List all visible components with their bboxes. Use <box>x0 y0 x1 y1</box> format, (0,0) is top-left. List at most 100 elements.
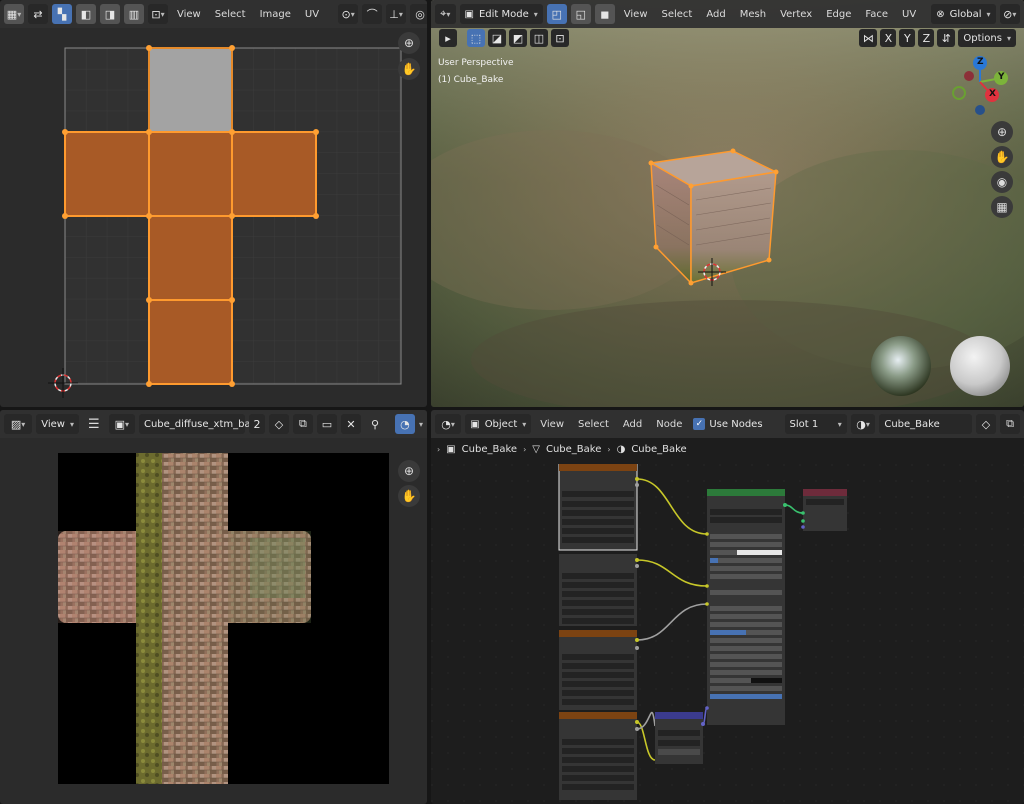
image-canvas[interactable] <box>0 438 427 804</box>
grid-icon: ▦ <box>996 200 1008 214</box>
select-subtract-button[interactable]: ◩ <box>509 29 527 47</box>
open-button[interactable]: ▭ <box>316 414 337 434</box>
select-invert-button[interactable]: ◫ <box>530 29 548 47</box>
select-intersect-button[interactable]: ⊡ <box>551 29 569 47</box>
unlink-button[interactable]: ✕ <box>340 414 361 434</box>
menu-select[interactable]: Select <box>210 9 251 20</box>
close-icon: ✕ <box>346 417 356 431</box>
menu-add[interactable]: Add <box>701 9 730 20</box>
image-browse-button[interactable]: ▣ ▾ <box>108 414 135 434</box>
zoom-button[interactable]: ⊕ <box>398 460 420 482</box>
material-browse-button[interactable]: ◑ ▾ <box>850 414 876 434</box>
image-name-field[interactable]: Cube_diffuse_xtm_bake <box>138 414 262 434</box>
zoom-button[interactable]: ⊕ <box>991 121 1013 143</box>
menu-node[interactable]: Node <box>651 419 687 430</box>
image-texture-node-diffuse[interactable] <box>558 464 639 551</box>
camera-view-button[interactable]: ◉ <box>991 171 1013 193</box>
face-select-button[interactable]: ◼ <box>594 4 615 24</box>
edge-select-button[interactable]: ◱ <box>570 4 591 24</box>
material-name: Cube_Bake <box>884 418 940 430</box>
menu-edge[interactable]: Edge <box>821 9 856 20</box>
users-count[interactable]: 2 <box>248 414 265 434</box>
image-texture-node-roughness[interactable] <box>559 630 639 710</box>
axis-z-button[interactable]: Z <box>918 29 935 47</box>
uv-face[interactable] <box>148 299 233 385</box>
mirror-button[interactable]: ⋈ <box>859 29 878 47</box>
edge-select-button[interactable]: ◧ <box>76 4 96 24</box>
slot-dropdown[interactable]: Slot 1 ▾ <box>784 414 847 434</box>
snap-dropdown[interactable]: ⊘ ▾ <box>999 4 1020 24</box>
duplicate-button[interactable]: ⧉ <box>292 414 313 434</box>
overlay-dropdown[interactable]: ▾ <box>419 420 423 429</box>
editor-type-button[interactable]: ▨ ▾ <box>4 414 33 434</box>
menu-view[interactable]: View <box>172 9 206 20</box>
menu-image[interactable]: Image <box>255 9 296 20</box>
breadcrumb-material[interactable]: Cube_Bake <box>631 444 686 455</box>
mirror-topology-button[interactable]: ⇵ <box>937 29 956 47</box>
snap-mode-dropdown[interactable]: ⊥ ▾ <box>386 4 407 24</box>
pivot-dropdown[interactable]: ⊙ ▾ <box>338 4 359 24</box>
options-dropdown[interactable]: Options ▾ <box>958 29 1016 47</box>
axis-x-button[interactable]: X <box>880 29 897 47</box>
zoom-button[interactable]: ⊕ <box>398 32 420 54</box>
view-mode-dropdown[interactable]: View ▾ <box>36 414 79 434</box>
breadcrumb-object[interactable]: Cube_Bake <box>462 444 517 455</box>
sticky-select-dropdown[interactable]: ⊡ ▾ <box>148 4 168 24</box>
pan-button[interactable]: ✋ <box>398 58 420 80</box>
menu-view[interactable]: View <box>535 419 569 430</box>
uv-face[interactable] <box>148 131 233 217</box>
transform-orientation-dropdown[interactable]: ⊗ Global ▾ <box>931 4 996 24</box>
viewport-background[interactable] <box>431 0 1024 407</box>
perspective-toggle-button[interactable]: ▦ <box>991 196 1013 218</box>
menu-select[interactable]: Select <box>657 9 698 20</box>
select-extend-button[interactable]: ◪ <box>488 29 506 47</box>
face-select-button[interactable]: ◨ <box>100 4 120 24</box>
breadcrumb-mesh[interactable]: Cube_Bake <box>546 444 601 455</box>
vertex-select-button[interactable]: ▚ <box>52 4 72 24</box>
fake-user-button[interactable]: ◇ <box>268 414 289 434</box>
node-canvas[interactable] <box>431 464 1024 804</box>
pan-button[interactable]: ✋ <box>398 485 420 507</box>
shader-type-dropdown[interactable]: ▣ Object ▾ <box>465 414 532 434</box>
tool-select-button[interactable]: ▸ <box>439 29 457 47</box>
vertex-select-button[interactable]: ◰ <box>546 4 567 24</box>
image-texture-node-normal[interactable] <box>559 712 639 800</box>
uv-canvas[interactable] <box>0 28 427 407</box>
editor-type-button[interactable]: ⌖ ▾ <box>435 4 456 24</box>
material-name-field[interactable]: Cube_Bake <box>879 414 972 434</box>
menu-add[interactable]: Add <box>618 419 647 430</box>
image-texture-node-specular[interactable] <box>559 554 639 626</box>
island-select-button[interactable]: ▥ <box>124 4 144 24</box>
menu-view[interactable]: View <box>619 9 653 20</box>
hamburger-menu[interactable]: ☰ <box>83 417 105 432</box>
axis-y-button[interactable]: Y <box>899 29 916 47</box>
principled-bsdf-node[interactable] <box>705 489 787 725</box>
material-output-node[interactable] <box>801 489 847 531</box>
object-icon: ▣ <box>446 444 456 455</box>
pan-button[interactable]: ✋ <box>991 146 1013 168</box>
menu-uv[interactable]: UV <box>300 9 324 20</box>
menu-uv[interactable]: UV <box>897 9 921 20</box>
menu-vertex[interactable]: Vertex <box>775 9 817 20</box>
snap-toggle[interactable]: ⌒ <box>362 4 383 24</box>
use-nodes-checkbox[interactable]: ✓ Use Nodes <box>693 418 763 430</box>
select-invert-icon: ◫ <box>533 31 545 45</box>
proportional-toggle[interactable]: ◎ <box>410 4 427 24</box>
menu-mesh[interactable]: Mesh <box>735 9 771 20</box>
menu-face[interactable]: Face <box>860 9 893 20</box>
mode-dropdown[interactable]: ▣ Edit Mode ▾ <box>459 4 543 24</box>
select-new-button[interactable]: ⬚ <box>467 29 485 47</box>
pin-button[interactable]: ⚲ <box>365 414 385 434</box>
uv-face-top[interactable] <box>148 47 233 133</box>
fake-user-button[interactable]: ◇ <box>976 414 996 434</box>
uv-face[interactable] <box>148 215 233 301</box>
normal-map-node[interactable] <box>655 712 705 764</box>
sync-selection-button[interactable]: ⇄ <box>28 4 48 24</box>
uv-face[interactable] <box>231 131 317 217</box>
editor-type-button[interactable]: ▦ ▾ <box>4 4 24 24</box>
uv-face[interactable] <box>64 131 150 217</box>
overlay-toggle[interactable]: ◔ <box>394 414 415 434</box>
duplicate-button[interactable]: ⧉ <box>1000 414 1020 434</box>
menu-select[interactable]: Select <box>573 419 614 430</box>
editor-type-button[interactable]: ◔ ▾ <box>435 414 462 434</box>
